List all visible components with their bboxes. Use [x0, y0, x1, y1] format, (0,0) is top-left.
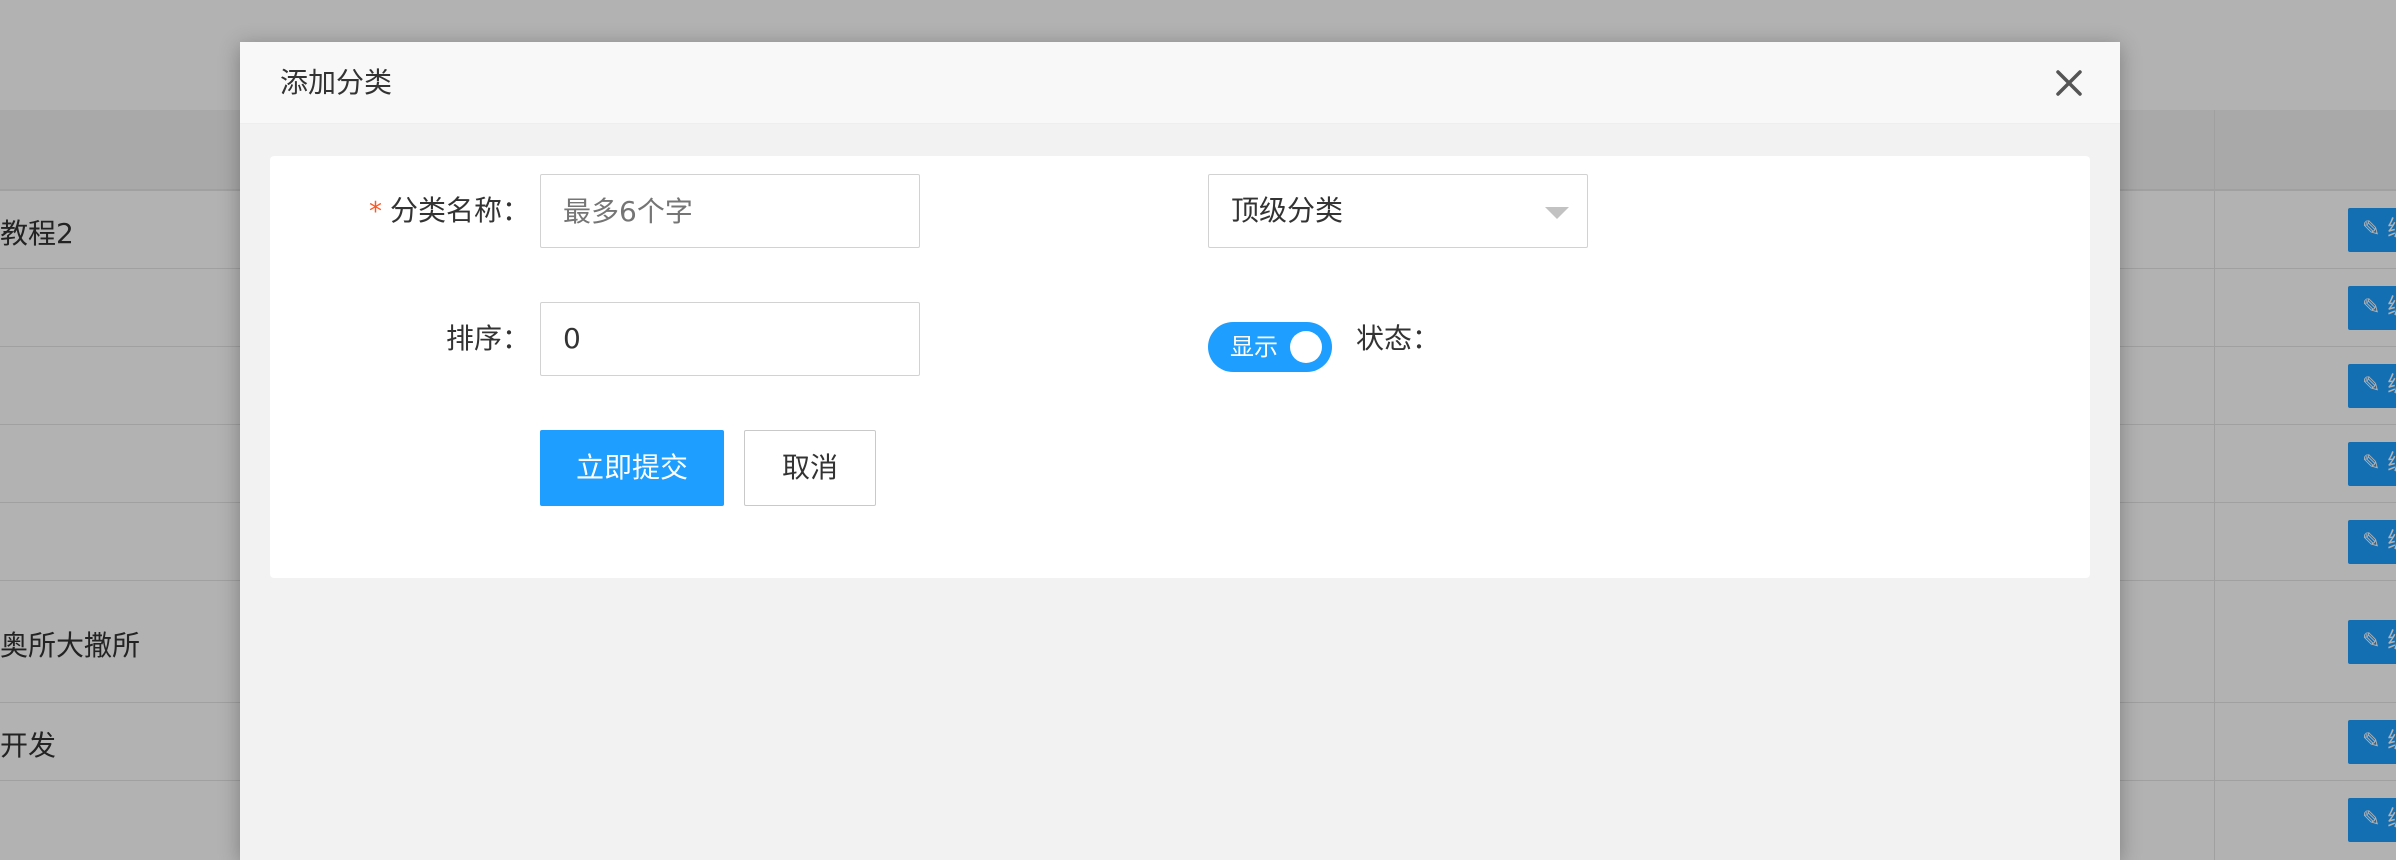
status-toggle[interactable]: 显示	[1208, 322, 1332, 372]
toggle-knob	[1290, 331, 1322, 363]
status-toggle-text: 显示	[1230, 333, 1278, 361]
chevron-down-icon	[1545, 207, 1569, 219]
close-icon[interactable]	[2054, 68, 2084, 98]
category-name-label: * 分类名称：	[310, 174, 530, 249]
category-name-label-text: 分类名称：	[389, 194, 530, 227]
dialog-title: 添加分类	[280, 66, 393, 99]
category-name-input[interactable]	[540, 174, 920, 248]
required-mark: *	[368, 197, 382, 227]
sort-label: 排序：	[445, 322, 530, 355]
dialog-header: 添加分类	[240, 42, 2120, 124]
form-panel: *分类名称： 顶级分类： 顶级分类 排序： 0 状态： 显示 立即提交 取消	[270, 156, 2090, 578]
sort-input[interactable]: 0	[540, 302, 920, 376]
parent-category-select[interactable]: 顶级分类	[1208, 174, 1588, 248]
status-label: 状态：	[1355, 322, 1440, 355]
submit-button[interactable]: 立即提交	[540, 430, 724, 506]
add-category-dialog: 添加分类 *分类名称： 顶级分类： 顶级分类 排序： 0 状态： 显示 立即提交	[240, 42, 2120, 860]
parent-category-value: 顶级分类	[1231, 194, 1344, 227]
cancel-button[interactable]: 取消	[744, 430, 876, 506]
